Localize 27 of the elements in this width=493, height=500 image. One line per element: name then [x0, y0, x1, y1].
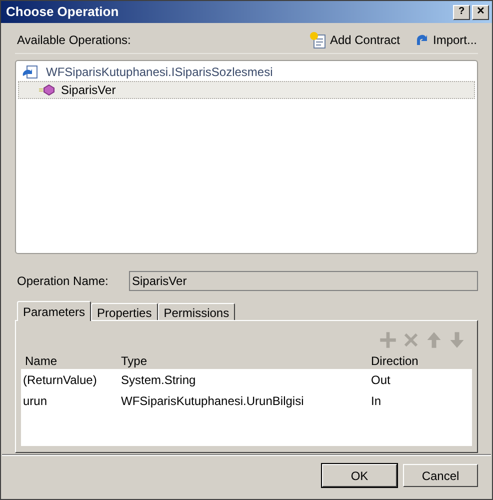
tree-item[interactable]: WFSiparisKutuphanesi.ISiparisSozlesmesi [18, 63, 475, 81]
table-cell-text: In [371, 392, 382, 410]
column-header: Type [121, 353, 148, 370]
column-header: Direction [371, 353, 420, 370]
column-header: Name [24, 353, 58, 370]
window-title: Choose Operation [5, 3, 119, 22]
interface-icon [22, 64, 38, 80]
tab[interactable]: Parameters [17, 301, 92, 321]
table-cell-text: (ReturnValue) [22, 372, 98, 388]
help-button[interactable]: ? [453, 4, 470, 20]
tab[interactable]: Properties [91, 303, 158, 320]
table-cell-text: WFSiparisKutuphanesi.UrunBilgisi [121, 392, 305, 410]
method-icon [39, 84, 55, 96]
table-cell-text: urun [22, 392, 48, 410]
tab[interactable]: Permissions [158, 303, 236, 320]
cancel-button[interactable]: Cancel [403, 464, 478, 487]
operation-name-field[interactable]: SiparisVer [129, 271, 478, 291]
table-cell-text: Out [371, 372, 392, 388]
operation-name-label: Operation Name: [17, 273, 110, 290]
new-document-icon [308, 31, 327, 49]
import-button[interactable]: Import... [412, 31, 478, 49]
table-cell-text: System.String [121, 372, 197, 388]
section-label: Available Operations: [17, 32, 131, 49]
ok-button[interactable]: OK [322, 464, 397, 487]
tree-item[interactable]: SiparisVer [18, 81, 475, 99]
add-contract-button[interactable]: Add Contract [308, 31, 401, 49]
close-button[interactable]: ✕ [472, 4, 489, 20]
